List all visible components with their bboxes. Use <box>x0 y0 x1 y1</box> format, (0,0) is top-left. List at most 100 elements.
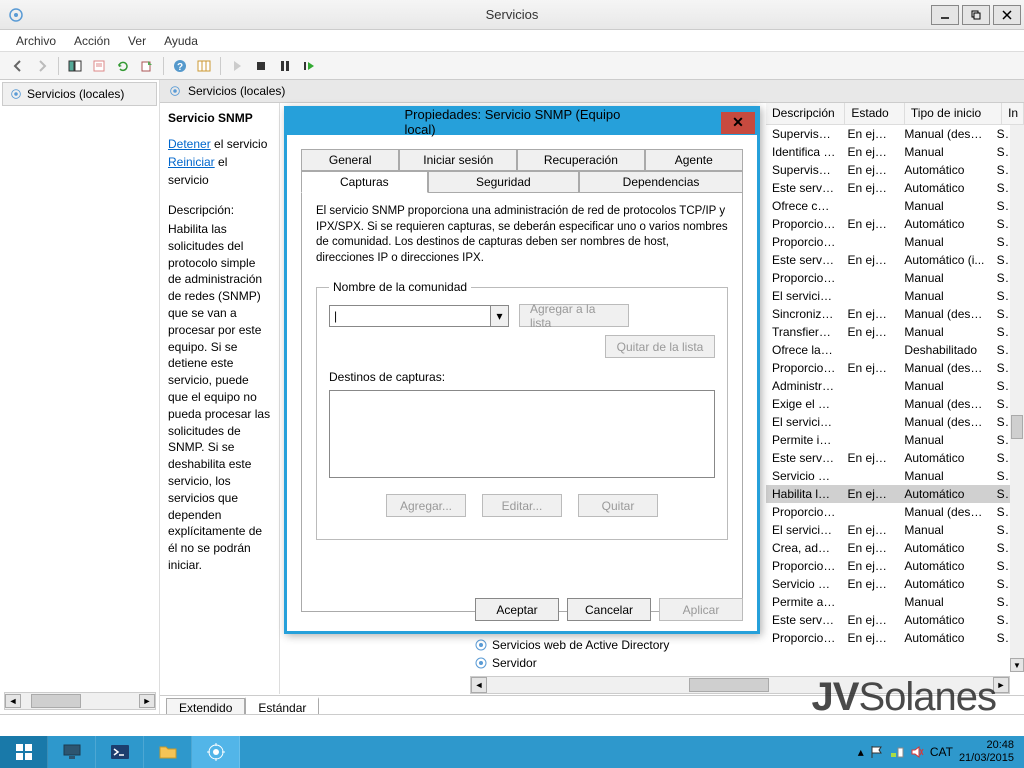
show-hide-button[interactable] <box>63 55 87 77</box>
list-item[interactable]: Servicios web de Active Directory <box>470 636 669 654</box>
table-row[interactable]: Proporciona...ManualSi <box>766 269 1012 287</box>
properties-button[interactable] <box>87 55 111 77</box>
list-body[interactable]: Supervisa el ...En ejecu...Manual (dese.… <box>766 125 1012 672</box>
close-button[interactable] <box>993 5 1021 25</box>
table-row[interactable]: Sincroniza la...En ejecu...Manual (dese.… <box>766 305 1012 323</box>
stop-link[interactable]: Detener <box>168 137 211 151</box>
tab-agent[interactable]: Agente <box>645 149 743 171</box>
table-row[interactable]: El servicio d...ManualSi <box>766 287 1012 305</box>
volume-icon[interactable] <box>910 745 924 759</box>
edit-button[interactable]: Editar... <box>482 494 562 517</box>
table-row[interactable]: Este servicio...En ejecu...Automático (i… <box>766 251 1012 269</box>
remove-from-list-button[interactable]: Quitar de la lista <box>605 335 715 358</box>
table-row[interactable]: Proporciona...En ejecu...AutomáticoSi <box>766 629 1012 647</box>
tray-up-icon[interactable]: ▴ <box>858 745 864 759</box>
dialog-close-button[interactable]: ✕ <box>721 112 755 134</box>
refresh-button[interactable] <box>111 55 135 77</box>
watermark: JVSolanes <box>812 675 997 720</box>
columns-button[interactable] <box>192 55 216 77</box>
app-icon <box>8 7 24 23</box>
tab-general[interactable]: General <box>301 149 399 171</box>
table-row[interactable]: Exige el cum...Manual (dese...Se <box>766 395 1012 413</box>
tab-traps[interactable]: Capturas <box>301 171 428 193</box>
network-icon[interactable] <box>890 745 904 759</box>
list-item[interactable]: Servidor <box>470 654 669 672</box>
description-text: Habilita las solicitudes del protocolo s… <box>168 221 271 574</box>
table-row[interactable]: Proporciona...Manual (dese...Si <box>766 503 1012 521</box>
help-button[interactable]: ? <box>168 55 192 77</box>
svg-text:?: ? <box>177 62 183 73</box>
table-row[interactable]: Este servicio...En ejecu...AutomáticoSi <box>766 611 1012 629</box>
menu-view[interactable]: Ver <box>120 32 154 50</box>
table-row[interactable]: Habilita las s...En ejecu...AutomáticoSi <box>766 485 1012 503</box>
table-row[interactable]: Proporciona...ManualSi <box>766 233 1012 251</box>
tab-recovery[interactable]: Recuperación <box>517 149 644 171</box>
tree-item-services[interactable]: Servicios (locales) <box>2 82 157 106</box>
table-row[interactable]: Administra l...ManualSi <box>766 377 1012 395</box>
table-row[interactable]: Servicio Con...En ejecu...AutomáticoSi <box>766 575 1012 593</box>
clock[interactable]: 20:48 21/03/2015 <box>959 739 1014 765</box>
forward-button[interactable] <box>30 55 54 77</box>
table-row[interactable]: Proporciona...En ejecu...Manual (dese...… <box>766 359 1012 377</box>
export-button[interactable] <box>135 55 159 77</box>
tree-item-label: Servicios (locales) <box>27 87 124 101</box>
language-indicator[interactable]: CAT <box>930 745 953 759</box>
dest-label: Destinos de capturas: <box>329 370 715 384</box>
tab-dependencies[interactable]: Dependencias <box>579 171 743 193</box>
tab-security[interactable]: Seguridad <box>428 171 579 193</box>
task-server-manager[interactable] <box>48 736 96 768</box>
pane-header-title: Servicios (locales) <box>188 84 285 98</box>
ok-button[interactable]: Aceptar <box>475 598 559 621</box>
task-explorer[interactable] <box>144 736 192 768</box>
table-row[interactable]: El servicio W...En ejecu...ManualSi <box>766 521 1012 539</box>
trap-destinations-listbox[interactable] <box>329 390 715 478</box>
task-services[interactable] <box>192 736 240 768</box>
col-startup[interactable]: Tipo de inicio <box>905 103 1002 124</box>
table-row[interactable]: Supervisa lo...En ejecu...AutomáticoSi <box>766 161 1012 179</box>
table-row[interactable]: Identifica las...En ejecu...ManualSe <box>766 143 1012 161</box>
col-logon[interactable]: In <box>1002 103 1024 124</box>
flag-icon[interactable] <box>870 745 884 759</box>
community-fieldset: Nombre de la comunidad | ▾ Agregar a la … <box>316 280 728 540</box>
taskbar: ▴ CAT 20:48 21/03/2015 <box>0 736 1024 768</box>
task-powershell[interactable] <box>96 736 144 768</box>
play-button[interactable] <box>225 55 249 77</box>
maximize-button[interactable] <box>962 5 990 25</box>
menu-help[interactable]: Ayuda <box>156 32 206 50</box>
table-row[interactable]: Crea, admini...En ejecu...AutomáticoSi <box>766 539 1012 557</box>
restart-link[interactable]: Reiniciar <box>168 155 215 169</box>
left-hscroll[interactable]: ◄► <box>4 692 156 710</box>
stop-button[interactable] <box>249 55 273 77</box>
minimize-button[interactable] <box>931 5 959 25</box>
pause-button[interactable] <box>273 55 297 77</box>
table-row[interactable]: Permite a lo...ManualSe <box>766 593 1012 611</box>
add-to-list-button[interactable]: Agregar a la lista <box>519 304 629 327</box>
table-row[interactable]: Supervisa el ...En ejecu...Manual (dese.… <box>766 125 1012 143</box>
community-combo[interactable]: | ▾ <box>329 305 509 327</box>
table-row[interactable]: Ofrece com...ManualSe <box>766 197 1012 215</box>
dialog-titlebar[interactable]: Propiedades: Servicio SNMP (Equipo local… <box>287 109 757 135</box>
table-row[interactable]: Proporciona...En ejecu...AutomáticoSi <box>766 557 1012 575</box>
table-row[interactable]: El servicio h...Manual (dese...Si <box>766 413 1012 431</box>
menu-action[interactable]: Acción <box>66 32 118 50</box>
col-status[interactable]: Estado <box>845 103 905 124</box>
table-row[interactable]: Servicio Rec...ManualSi <box>766 467 1012 485</box>
table-row[interactable]: Permite info...ManualSi <box>766 431 1012 449</box>
restart-button[interactable] <box>297 55 321 77</box>
col-description[interactable]: Descripción <box>766 103 845 124</box>
remove-button[interactable]: Quitar <box>578 494 658 517</box>
back-button[interactable] <box>6 55 30 77</box>
table-row[interactable]: Ofrece la po...DeshabilitadoSe <box>766 341 1012 359</box>
table-row[interactable]: Transfiere ar...En ejecu...ManualSi <box>766 323 1012 341</box>
menubar: Archivo Acción Ver Ayuda <box>0 30 1024 52</box>
table-row[interactable]: Proporciona...En ejecu...AutomáticoSe <box>766 215 1012 233</box>
apply-button[interactable]: Aplicar <box>659 598 743 621</box>
list-vscroll[interactable]: ▲▼ <box>1010 103 1024 672</box>
menu-file[interactable]: Archivo <box>8 32 64 50</box>
add-button[interactable]: Agregar... <box>386 494 466 517</box>
table-row[interactable]: Este servicio...En ejecu...AutomáticoSi <box>766 179 1012 197</box>
start-button[interactable] <box>0 736 48 768</box>
table-row[interactable]: Este servicio...En ejecu...AutomáticoSe <box>766 449 1012 467</box>
tab-logon[interactable]: Iniciar sesión <box>399 149 517 171</box>
cancel-button[interactable]: Cancelar <box>567 598 651 621</box>
